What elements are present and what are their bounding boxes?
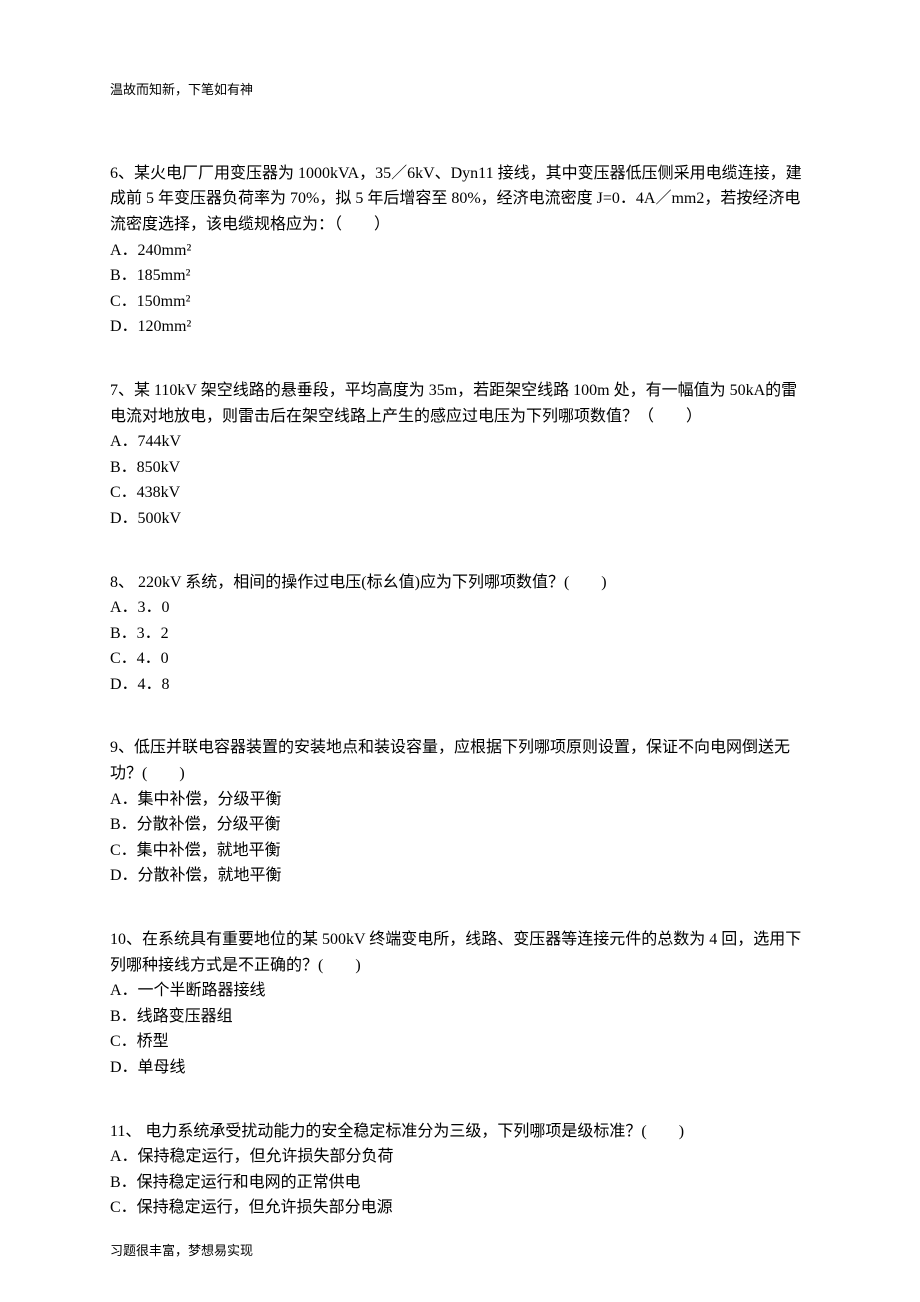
question-text: 10、在系统具有重要地位的某 500kV 终端变电所，线路、变压器等连接元件的总… (110, 927, 810, 978)
option-b: B．分散补偿，分级平衡 (110, 812, 810, 838)
option-b: B．保持稳定运行和电网的正常供电 (110, 1170, 810, 1196)
question-body: 低压并联电容器装置的安装地点和装设容量，应根据下列哪项原则设置，保证不向电网倒送… (110, 739, 790, 782)
question-text: 6、某火电厂厂用变压器为 1000kVA，35／6kV、Dyn11 接线，其中变… (110, 161, 810, 238)
document-page: 温故而知新，下笔如有神 6、某火电厂厂用变压器为 1000kVA，35／6kV、… (0, 0, 920, 1302)
option-c: C．集中补偿，就地平衡 (110, 838, 810, 864)
question-number: 11、 (110, 1123, 141, 1140)
question-text: 9、低压并联电容器装置的安装地点和装设容量，应根据下列哪项原则设置，保证不向电网… (110, 735, 810, 786)
question-7: 7、某 110kV 架空线路的悬垂段，平均高度为 35m，若距架空线路 100m… (110, 378, 810, 532)
question-body: 某 110kV 架空线路的悬垂段，平均高度为 35m，若距架空线路 100m 处… (110, 382, 797, 425)
question-text: 7、某 110kV 架空线路的悬垂段，平均高度为 35m，若距架空线路 100m… (110, 378, 810, 429)
option-d: D．4．8 (110, 672, 810, 698)
question-options: A．保持稳定运行，但允许损失部分负荷 B．保持稳定运行和电网的正常供电 C．保持… (110, 1144, 810, 1221)
question-number: 7、 (110, 382, 134, 399)
question-10: 10、在系统具有重要地位的某 500kV 终端变电所，线路、变压器等连接元件的总… (110, 927, 810, 1081)
option-a: A．3．0 (110, 595, 810, 621)
question-text: 8、 220kV 系统，相间的操作过电压(标幺值)应为下列哪项数值？( ) (110, 570, 810, 596)
footer-note: 习题很丰富，梦想易实现 (110, 1241, 253, 1262)
option-a: A．240mm² (110, 238, 810, 264)
question-11: 11、 电力系统承受扰动能力的安全稳定标准分为三级，下列哪项是级标准？( ) A… (110, 1119, 810, 1221)
option-d: D．分散补偿，就地平衡 (110, 863, 810, 889)
option-c: C．438kV (110, 480, 810, 506)
question-body: 在系统具有重要地位的某 500kV 终端变电所，线路、变压器等连接元件的总数为 … (110, 931, 801, 974)
question-options: A．744kV B．850kV C．438kV D．500kV (110, 429, 810, 531)
option-b: B．线路变压器组 (110, 1004, 810, 1030)
option-c: C．4．0 (110, 646, 810, 672)
question-number: 10、 (110, 931, 142, 948)
question-body: 220kV 系统，相间的操作过电压(标幺值)应为下列哪项数值？( ) (134, 574, 607, 591)
option-b: B．3．2 (110, 621, 810, 647)
question-6: 6、某火电厂厂用变压器为 1000kVA，35／6kV、Dyn11 接线，其中变… (110, 161, 810, 340)
option-c: C．保持稳定运行，但允许损失部分电源 (110, 1195, 810, 1221)
option-a: A．744kV (110, 429, 810, 455)
question-number: 8、 (110, 574, 134, 591)
option-d: D．120mm² (110, 314, 810, 340)
option-a: A．一个半断路器接线 (110, 978, 810, 1004)
option-b: B．850kV (110, 455, 810, 481)
question-options: A．集中补偿，分级平衡 B．分散补偿，分级平衡 C．集中补偿，就地平衡 D．分散… (110, 787, 810, 889)
question-number: 6、 (110, 165, 134, 182)
option-b: B．185mm² (110, 263, 810, 289)
question-number: 9、 (110, 739, 134, 756)
header-note: 温故而知新，下笔如有神 (110, 80, 810, 101)
question-8: 8、 220kV 系统，相间的操作过电压(标幺值)应为下列哪项数值？( ) A．… (110, 570, 810, 698)
option-a: A．保持稳定运行，但允许损失部分负荷 (110, 1144, 810, 1170)
option-d: D．单母线 (110, 1055, 810, 1081)
question-options: A．一个半断路器接线 B．线路变压器组 C．桥型 D．单母线 (110, 978, 810, 1080)
option-c: C．150mm² (110, 289, 810, 315)
question-options: A．240mm² B．185mm² C．150mm² D．120mm² (110, 238, 810, 340)
question-text: 11、 电力系统承受扰动能力的安全稳定标准分为三级，下列哪项是级标准？( ) (110, 1119, 810, 1145)
question-options: A．3．0 B．3．2 C．4．0 D．4．8 (110, 595, 810, 697)
option-a: A．集中补偿，分级平衡 (110, 787, 810, 813)
option-d: D．500kV (110, 506, 810, 532)
question-body: 某火电厂厂用变压器为 1000kVA，35／6kV、Dyn11 接线，其中变压器… (110, 165, 802, 233)
question-body: 电力系统承受扰动能力的安全稳定标准分为三级，下列哪项是级标准？( ) (141, 1123, 684, 1140)
option-c: C．桥型 (110, 1029, 810, 1055)
question-9: 9、低压并联电容器装置的安装地点和装设容量，应根据下列哪项原则设置，保证不向电网… (110, 735, 810, 889)
